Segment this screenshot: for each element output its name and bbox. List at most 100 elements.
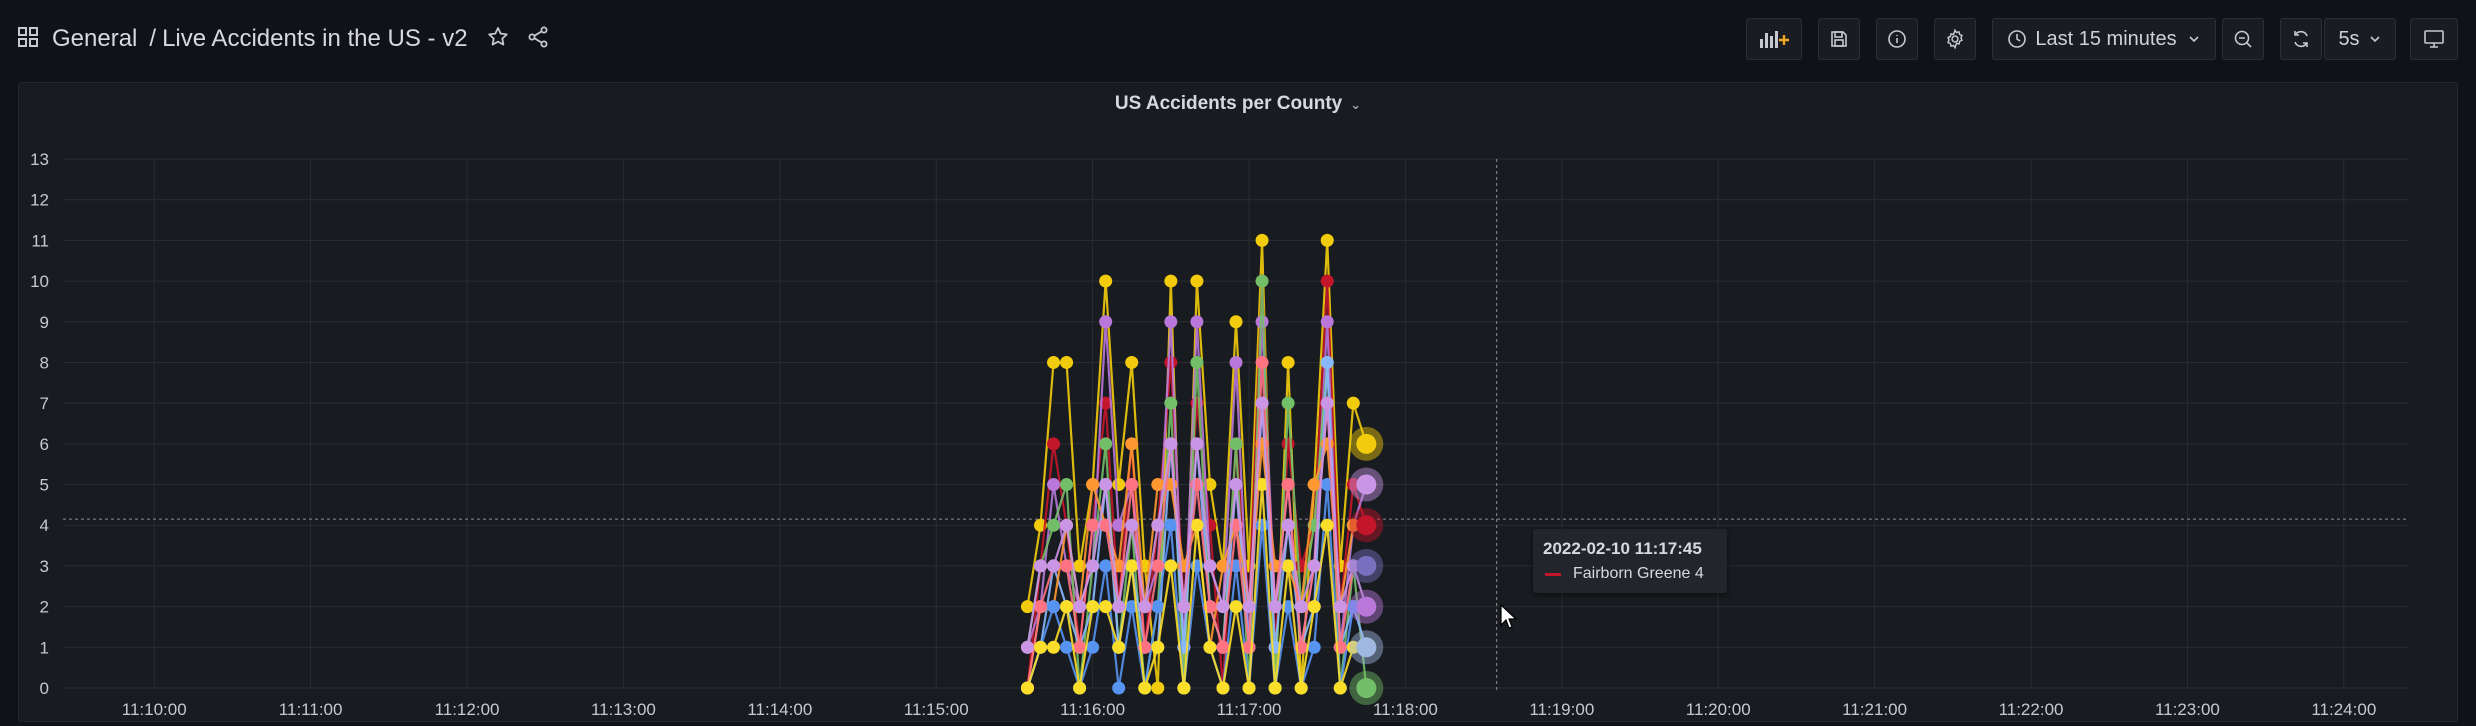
add-panel-icon	[1758, 27, 1790, 51]
series-point	[1255, 518, 1269, 532]
time-range-label: Last 15 minutes	[2035, 27, 2177, 50]
time-series-chart[interactable]: 01234567891011131211:10:00 11:11:00 11:12:…	[19, 83, 2459, 723]
series-point	[1112, 600, 1126, 614]
dashboard-settings-button[interactable]	[1934, 18, 1976, 60]
series-point	[1125, 437, 1139, 451]
series-point	[1151, 681, 1165, 695]
series-point	[1320, 355, 1334, 369]
series-point	[1060, 640, 1074, 654]
series-point	[1151, 518, 1165, 532]
star-icon[interactable]	[486, 25, 510, 54]
series-point	[1099, 437, 1113, 451]
info-icon	[1887, 29, 1907, 49]
series-point	[1099, 274, 1113, 288]
series-point	[1281, 478, 1295, 492]
y-tick-label: 8	[40, 353, 49, 372]
y-tick-label: 10	[30, 272, 49, 291]
series-point	[1073, 600, 1087, 614]
mouse-cursor-icon	[1500, 603, 1518, 629]
share-icon[interactable]	[526, 25, 550, 54]
highlight-point	[1356, 474, 1377, 495]
tv-mode-button[interactable]	[2410, 18, 2458, 60]
series-point	[1086, 600, 1100, 614]
y-tick-label: 0	[40, 679, 49, 698]
series-point	[1281, 396, 1295, 410]
graph-panel: US Accidents per County ⌄ 0 1 2 3 4 5 6 7 8 9 10 11 1…	[18, 82, 2458, 722]
series-point	[1229, 600, 1243, 614]
add-panel-button[interactable]	[1746, 18, 1802, 60]
series-point	[1034, 600, 1047, 614]
series-point	[1073, 640, 1087, 654]
zoom-out-icon	[2233, 29, 2253, 49]
series-color-swatch	[1545, 572, 1561, 576]
series-point	[1125, 478, 1139, 492]
breadcrumb-folder[interactable]: General	[52, 25, 137, 53]
series-point	[1203, 559, 1217, 573]
save-dashboard-button[interactable]	[1818, 18, 1860, 60]
series-point	[1320, 315, 1334, 329]
series-point	[1320, 274, 1334, 288]
x-tick-label: 11:13:00	[591, 700, 656, 719]
series-point	[1255, 315, 1269, 329]
zoom-out-button[interactable]	[2222, 18, 2264, 60]
series-point	[1255, 396, 1269, 410]
series-point	[1346, 396, 1360, 410]
x-tick-label: 11:17:00	[1217, 700, 1282, 719]
tooltip-row: Fairborn Greene 4	[1543, 565, 1717, 583]
highlight-point	[1356, 555, 1377, 576]
series-point	[1320, 233, 1334, 247]
tooltip-time: 2022-02-10 11:17:45	[1543, 539, 1702, 558]
gear-icon	[1944, 28, 1966, 50]
y-tick-label: 4	[40, 516, 49, 535]
y-tick-label: 3	[40, 557, 49, 576]
dashboard-title[interactable]: Live Accidents in the US - v2	[162, 25, 467, 53]
x-tick-label: 11:11:00	[279, 700, 343, 719]
series-point	[1060, 355, 1074, 369]
series-point	[1047, 559, 1061, 573]
series-point	[1177, 681, 1191, 695]
series-point	[1229, 315, 1243, 329]
series-point	[1216, 681, 1230, 695]
series-point	[1073, 681, 1087, 695]
dashboard-info-button[interactable]	[1876, 18, 1918, 60]
series-point	[1190, 274, 1204, 288]
series-point	[1112, 681, 1126, 695]
apps-grid-icon[interactable]	[16, 25, 40, 54]
series-point	[1138, 600, 1152, 614]
save-icon	[1829, 29, 1849, 49]
series-point	[1060, 518, 1074, 532]
series-point	[1138, 681, 1152, 695]
series-point	[1307, 640, 1321, 654]
x-tick-label: 11:21:00	[1842, 700, 1907, 719]
highlight-point	[1356, 433, 1377, 454]
clock-icon	[2007, 29, 2027, 49]
series-point	[1190, 315, 1204, 329]
refresh-button[interactable]	[2280, 18, 2322, 60]
highlight-point	[1356, 678, 1377, 698]
series-point	[1333, 681, 1347, 695]
highlight-point	[1356, 637, 1377, 658]
refresh-icon	[2291, 29, 2311, 49]
y-tick-label: 7	[40, 394, 49, 413]
series-point	[1151, 478, 1165, 492]
series-point	[1034, 640, 1047, 654]
series-point	[1020, 681, 1034, 695]
x-tick-label: 11:24:00	[2311, 700, 2376, 719]
series-point	[1164, 518, 1178, 532]
series-point	[1320, 518, 1334, 532]
highlight-point	[1356, 515, 1377, 536]
refresh-interval-picker[interactable]: 5s	[2324, 18, 2396, 60]
series-point	[1086, 518, 1100, 532]
series-point	[1255, 274, 1269, 288]
series-point	[1099, 315, 1113, 329]
x-tick-label: 11:12:00	[435, 700, 500, 719]
series-point	[1307, 600, 1321, 614]
x-tick-label: 11:20:00	[1686, 700, 1751, 719]
series-point	[1229, 437, 1243, 451]
series-point	[1047, 518, 1061, 532]
series-point	[1242, 681, 1256, 695]
time-range-picker[interactable]: Last 15 minutes	[1992, 18, 2216, 60]
series-point	[1294, 681, 1308, 695]
breadcrumb-separator: /	[149, 25, 157, 52]
series-point	[1281, 355, 1295, 369]
